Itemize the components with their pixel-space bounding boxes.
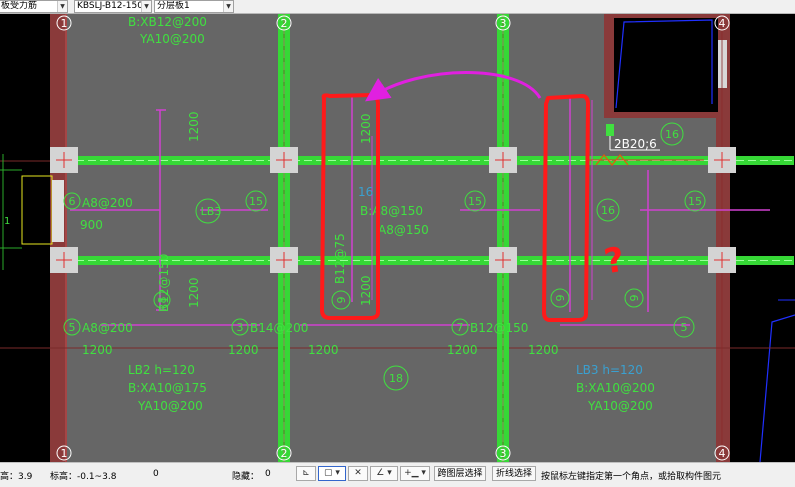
note: YA10@200 (137, 399, 203, 413)
rebar-type-value: 板受力筋 (1, 1, 38, 11)
note-top2: YA10@200 (139, 32, 205, 46)
note: A8@200 (82, 196, 133, 210)
rebar-name-select[interactable]: KBSLJ-B12-150 ▼ (74, 0, 152, 13)
note-bubble: 9 (554, 295, 567, 302)
note: YA10@200 (587, 399, 653, 413)
note-bubble: LB3 (201, 205, 222, 218)
offset-icon[interactable]: +▁ ▾ (400, 466, 430, 481)
note-bubble: 16 (665, 128, 679, 141)
note: B14@200 (250, 321, 308, 335)
status-hint: 按鼠标左键指定第一个角点，或拾取构件图元 (541, 472, 722, 482)
note: 900 (80, 218, 103, 232)
note: B:A8@150 (360, 204, 423, 218)
note-bubble: 3 (237, 321, 244, 334)
axis-label: 2 (281, 17, 288, 30)
polyline-select-button[interactable]: 折线选择 (492, 466, 536, 481)
note: 1200 (447, 343, 478, 357)
left-void (0, 14, 52, 462)
rebar-name-value: KBSLJ-B12-150 (77, 1, 143, 11)
layer-select[interactable]: 分层板1 ▼ (154, 0, 234, 13)
chevron-down-icon[interactable]: ▼ (57, 1, 67, 12)
note-vertical: 1200 (187, 111, 201, 142)
right-void (728, 14, 795, 462)
axis-label: 2 (281, 447, 288, 460)
note-top1: B:XB12@200 (128, 15, 207, 29)
axis-label: 3 (500, 17, 507, 30)
chevron-down-icon[interactable]: ▼ (141, 1, 151, 12)
note-bubble: 15 (468, 195, 482, 208)
note-bubble: 6 (69, 195, 76, 208)
cad-canvas[interactable]: 1 1 2 3 4 1 2 3 4 B:XB12@200 YA10@200 6 … (0, 14, 795, 462)
axis-label: 1 (61, 447, 68, 460)
close-cross-icon[interactable]: ✕ (348, 466, 368, 481)
chevron-down-icon[interactable]: ▼ (223, 1, 233, 12)
note-vertical: 1200 (187, 277, 201, 308)
note-bubble: 5 (681, 321, 688, 334)
note-blue: LB3 h=120 (576, 363, 643, 377)
layer-value: 分层板1 (157, 1, 190, 11)
note: 1200 (528, 343, 559, 357)
note: LB2 h=120 (128, 363, 195, 377)
note: B12@150 (470, 321, 528, 335)
axis-label: 1 (61, 17, 68, 30)
opening (614, 18, 718, 112)
status-hide-value: 0 (265, 469, 271, 479)
note-blue: 16 (358, 185, 373, 199)
note-bubble: 7 (457, 321, 464, 334)
status-elevation: 标高：-0.1~3.8 (50, 472, 117, 482)
angle-icon[interactable]: ∠ ▾ (370, 466, 398, 481)
note-bubble: 16 (601, 204, 615, 217)
ortho-icon[interactable]: ⊾ (296, 466, 316, 481)
note-bubble: 18 (389, 372, 403, 385)
top-toolbar: 板受力筋 ▼ KBSLJ-B12-150 ▼ 分层板1 ▼ (0, 0, 795, 14)
axis-label: 4 (719, 17, 726, 30)
note-bubble: 9 (335, 297, 348, 304)
note: 1200 (308, 343, 339, 357)
snap-select-icon[interactable]: ▢ ▾ (318, 466, 346, 481)
note-bubble: 9 (628, 295, 641, 302)
note: B:XA10@200 (576, 381, 655, 395)
dim-label: 1 (4, 216, 10, 227)
note: B:XA10@175 (128, 381, 207, 395)
note-rebar: 2B20;6 (614, 137, 657, 151)
note-bubble: 15 (249, 195, 263, 208)
cross-layer-select-button[interactable]: 跨图层选择 (434, 466, 486, 481)
note: A8@200 (82, 321, 133, 335)
axis-label: 4 (719, 447, 726, 460)
status-height: 高：3.9 (0, 472, 33, 482)
note: A8@150 (378, 223, 429, 237)
note: 1200 (228, 343, 259, 357)
note: 1200 (82, 343, 113, 357)
note-vertical: 1200 (359, 275, 373, 306)
note-bubble: 8 (156, 297, 169, 304)
note-vertical: 1200 (359, 113, 373, 144)
note-bubble: 15 (688, 195, 702, 208)
axis-label: 3 (500, 447, 507, 460)
note-vertical: B12@75 (333, 233, 347, 284)
status-zero: 0 (153, 469, 159, 479)
status-hide-label: 隐藏： (232, 472, 260, 482)
note-bubble: 5 (69, 321, 76, 334)
rebar-type-select[interactable]: 板受力筋 ▼ (0, 0, 68, 13)
status-bar: 高：3.9 标高：-0.1~3.8 0 隐藏： 0 ⊾ ▢ ▾ ✕ ∠ ▾ +▁… (0, 462, 795, 487)
